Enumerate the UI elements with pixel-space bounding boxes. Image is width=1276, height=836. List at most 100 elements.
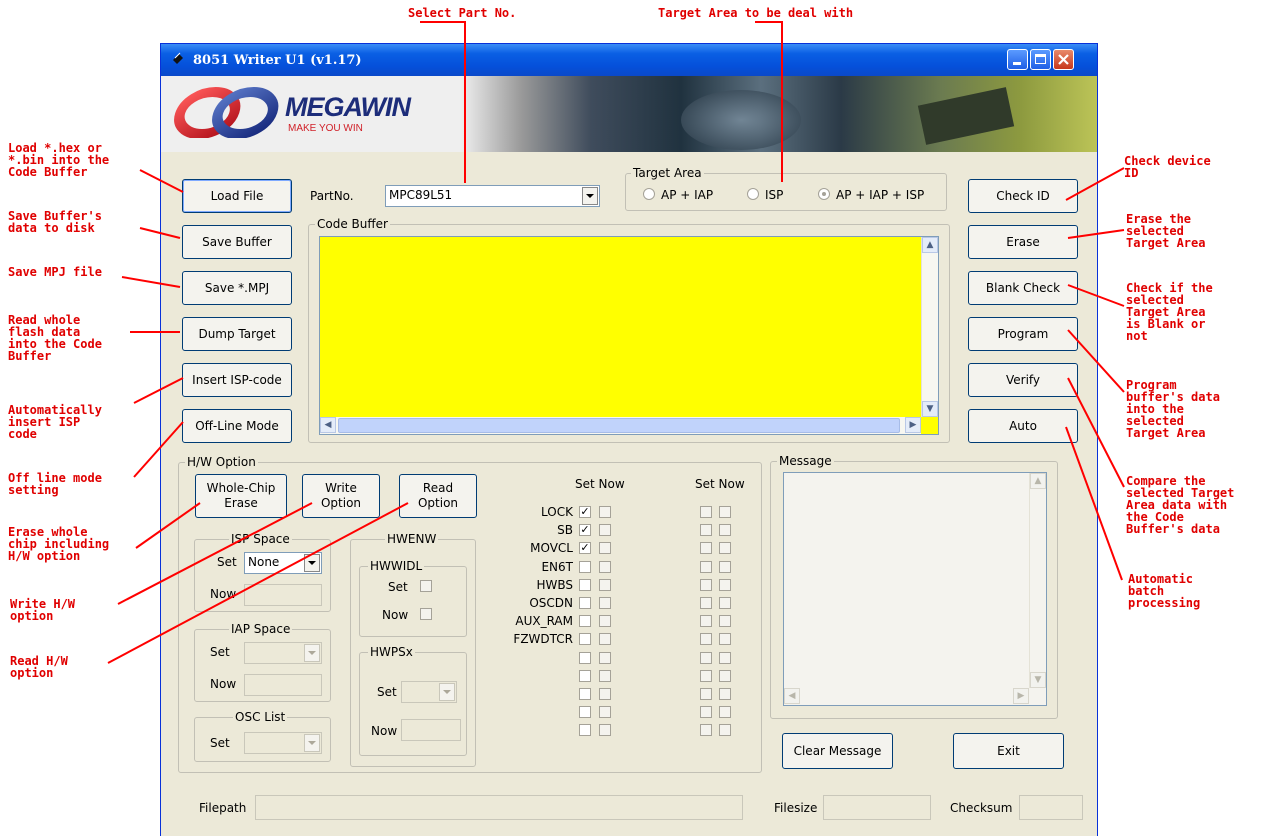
scroll-down-icon[interactable]: ▼ xyxy=(1030,672,1046,688)
hwwidl-now-checkbox[interactable] xyxy=(420,608,432,620)
scroll-right-icon[interactable]: ▶ xyxy=(1013,688,1029,704)
flag-set-checkbox[interactable] xyxy=(579,579,591,591)
scroll-down-icon[interactable]: ▼ xyxy=(922,401,938,417)
flag-set-checkbox[interactable] xyxy=(579,670,591,682)
minimize-button[interactable] xyxy=(1007,49,1028,70)
flag-set-now-checkbox[interactable] xyxy=(719,615,731,627)
flag-now-checkbox[interactable] xyxy=(599,524,611,536)
flag-set-now-checkbox[interactable] xyxy=(719,652,731,664)
radio-ap-iap-isp[interactable] xyxy=(818,188,830,200)
scroll-left-icon[interactable]: ◀ xyxy=(784,688,800,704)
save-buffer-button[interactable]: Save Buffer xyxy=(182,225,292,259)
flag-set-now-checkbox[interactable] xyxy=(700,615,712,627)
flag-set-checkbox[interactable] xyxy=(579,688,591,700)
flag-set-checkbox[interactable]: ✓ xyxy=(579,524,591,536)
flag-now-checkbox[interactable] xyxy=(599,633,611,645)
save-mpj-button[interactable]: Save *.MPJ xyxy=(182,271,292,305)
insert-isp-code-button[interactable]: Insert ISP-code xyxy=(182,363,292,397)
flag-set-checkbox[interactable] xyxy=(579,724,591,736)
clear-message-button[interactable]: Clear Message xyxy=(782,733,893,769)
flag-now-checkbox[interactable] xyxy=(599,542,611,554)
offline-mode-button[interactable]: Off-Line Mode xyxy=(182,409,292,443)
radio-isp[interactable] xyxy=(747,188,759,200)
flag-set-checkbox[interactable] xyxy=(579,633,591,645)
flag-set-now-checkbox[interactable] xyxy=(700,524,712,536)
flag-set-now-checkbox[interactable] xyxy=(700,724,712,736)
chevron-down-icon[interactable] xyxy=(304,644,320,662)
code-buffer-vscrollbar[interactable]: ▲ ▼ xyxy=(921,237,938,417)
flag-set-checkbox[interactable]: ✓ xyxy=(579,542,591,554)
flag-set-checkbox[interactable] xyxy=(579,615,591,627)
flag-set-now-checkbox[interactable] xyxy=(719,688,731,700)
flag-set-checkbox[interactable] xyxy=(579,652,591,664)
message-vscrollbar[interactable]: ▲ ▼ xyxy=(1029,473,1046,688)
whole-chip-erase-button[interactable]: Whole-Chip Erase xyxy=(195,474,287,518)
flag-set-now-checkbox[interactable] xyxy=(719,670,731,682)
title-bar[interactable]: 8051 Writer U1 (v1.17) xyxy=(161,44,1097,76)
flag-set-now-checkbox[interactable] xyxy=(700,579,712,591)
chevron-down-icon[interactable] xyxy=(439,683,455,701)
exit-button[interactable]: Exit xyxy=(953,733,1064,769)
chevron-down-icon[interactable] xyxy=(304,734,320,752)
hwpsx-select[interactable] xyxy=(401,681,457,703)
flag-set-now-checkbox[interactable] xyxy=(719,633,731,645)
flag-now-checkbox[interactable] xyxy=(599,652,611,664)
part-no-select[interactable]: MPC89L51 xyxy=(385,185,600,207)
flag-now-checkbox[interactable] xyxy=(599,561,611,573)
scroll-up-icon[interactable]: ▲ xyxy=(922,237,938,253)
code-buffer-hscrollbar[interactable]: ◀ ▶ xyxy=(320,417,921,434)
flag-now-checkbox[interactable] xyxy=(599,670,611,682)
flag-set-now-checkbox[interactable] xyxy=(700,670,712,682)
flag-set-now-checkbox[interactable] xyxy=(700,506,712,518)
scroll-up-icon[interactable]: ▲ xyxy=(1030,473,1046,489)
flag-now-checkbox[interactable] xyxy=(599,579,611,591)
message-hscrollbar[interactable]: ◀ ▶ xyxy=(784,688,1029,705)
flag-set-now-checkbox[interactable] xyxy=(700,706,712,718)
flag-set-now-checkbox[interactable] xyxy=(700,633,712,645)
maximize-button[interactable] xyxy=(1030,49,1051,70)
flag-now-checkbox[interactable] xyxy=(599,724,611,736)
flag-now-checkbox[interactable] xyxy=(599,506,611,518)
flag-now-checkbox[interactable] xyxy=(599,615,611,627)
flag-now-checkbox[interactable] xyxy=(599,706,611,718)
erase-button[interactable]: Erase xyxy=(968,225,1078,259)
flag-set-checkbox[interactable] xyxy=(579,597,591,609)
flag-set-checkbox[interactable] xyxy=(579,561,591,573)
flag-set-now-checkbox[interactable] xyxy=(700,688,712,700)
close-button[interactable] xyxy=(1053,49,1074,70)
chevron-down-icon[interactable] xyxy=(304,554,320,572)
message-area[interactable]: ▲ ▼ ◀ ▶ xyxy=(783,472,1047,706)
flag-set-now-checkbox[interactable] xyxy=(719,542,731,554)
verify-button[interactable]: Verify xyxy=(968,363,1078,397)
flag-set-now-checkbox[interactable] xyxy=(719,724,731,736)
check-id-button[interactable]: Check ID xyxy=(968,179,1078,213)
write-option-button[interactable]: Write Option xyxy=(302,474,380,518)
radio-ap-iap[interactable] xyxy=(643,188,655,200)
auto-button[interactable]: Auto xyxy=(968,409,1078,443)
scroll-right-icon[interactable]: ▶ xyxy=(905,417,921,433)
isp-space-select[interactable]: None xyxy=(244,552,322,574)
load-file-button[interactable]: Load File xyxy=(182,179,292,213)
hwwidl-set-checkbox[interactable] xyxy=(420,580,432,592)
flag-set-now-checkbox[interactable] xyxy=(719,597,731,609)
flag-now-checkbox[interactable] xyxy=(599,688,611,700)
iap-space-select[interactable] xyxy=(244,642,322,664)
program-button[interactable]: Program xyxy=(968,317,1078,351)
code-buffer-area[interactable]: ▲ ▼ ◀ ▶ xyxy=(319,236,939,435)
flag-set-now-checkbox[interactable] xyxy=(719,524,731,536)
flag-set-now-checkbox[interactable] xyxy=(700,652,712,664)
scroll-thumb[interactable] xyxy=(338,418,900,433)
chevron-down-icon[interactable] xyxy=(582,187,598,205)
dump-target-button[interactable]: Dump Target xyxy=(182,317,292,351)
scroll-left-icon[interactable]: ◀ xyxy=(320,417,336,433)
flag-now-checkbox[interactable] xyxy=(599,597,611,609)
read-option-button[interactable]: Read Option xyxy=(399,474,477,518)
blank-check-button[interactable]: Blank Check xyxy=(968,271,1078,305)
flag-set-now-checkbox[interactable] xyxy=(700,542,712,554)
flag-set-now-checkbox[interactable] xyxy=(719,506,731,518)
osc-list-select[interactable] xyxy=(244,732,322,754)
flag-set-now-checkbox[interactable] xyxy=(719,579,731,591)
flag-set-now-checkbox[interactable] xyxy=(719,561,731,573)
flag-set-now-checkbox[interactable] xyxy=(719,706,731,718)
flag-set-now-checkbox[interactable] xyxy=(700,561,712,573)
